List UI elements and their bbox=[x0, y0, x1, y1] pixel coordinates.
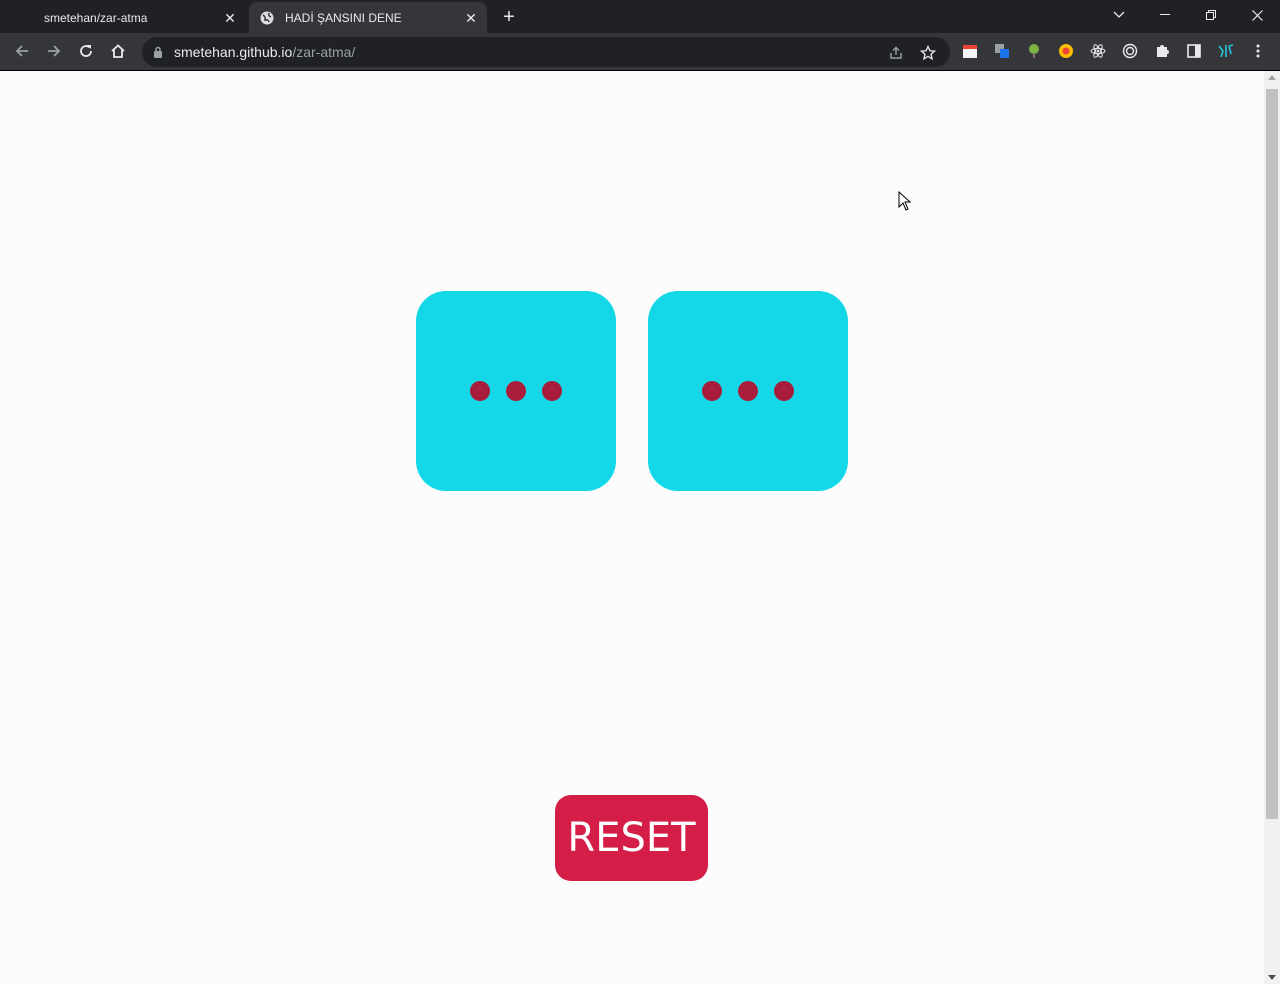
scroll-up-arrow-icon[interactable] bbox=[1268, 75, 1276, 80]
home-icon[interactable] bbox=[103, 36, 133, 66]
close-tab-icon[interactable]: ✕ bbox=[222, 10, 238, 26]
pip bbox=[738, 381, 758, 401]
close-tab-icon[interactable]: ✕ bbox=[463, 10, 479, 26]
page-viewport: RESET bbox=[0, 71, 1264, 984]
pip bbox=[470, 381, 490, 401]
tab-title: HADİ ŞANSINI DENE bbox=[285, 10, 402, 25]
tree-extension-icon[interactable] bbox=[1025, 42, 1043, 60]
side-panel-icon[interactable] bbox=[1185, 42, 1203, 60]
extensions-puzzle-icon[interactable] bbox=[1153, 42, 1171, 60]
bookmark-star-icon[interactable] bbox=[918, 43, 938, 63]
restore-icon[interactable] bbox=[1188, 0, 1234, 30]
url-host: smetehan.github.io bbox=[174, 44, 293, 60]
github-icon bbox=[18, 10, 34, 26]
die-1[interactable] bbox=[416, 291, 616, 491]
colorful-extension-icon[interactable] bbox=[1057, 42, 1075, 60]
profile-avatar-icon[interactable] bbox=[1217, 42, 1235, 60]
reset-button[interactable]: RESET bbox=[555, 795, 708, 881]
pip bbox=[702, 381, 722, 401]
die-2[interactable] bbox=[648, 291, 848, 491]
menu-kebab-icon[interactable] bbox=[1249, 42, 1267, 60]
url-path: /zar-atma/ bbox=[292, 44, 356, 60]
pip bbox=[542, 381, 562, 401]
address-bar[interactable]: smetehan.github.io/zar-atma/ bbox=[142, 37, 950, 67]
share-icon[interactable] bbox=[886, 43, 906, 63]
url-text: smetehan.github.io/zar-atma/ bbox=[174, 44, 355, 60]
lock-icon[interactable] bbox=[153, 45, 165, 59]
target-extension-icon[interactable] bbox=[1121, 42, 1139, 60]
browser-toolbar: smetehan.github.io/zar-atma/ bbox=[0, 33, 1280, 71]
tab-strip: smetehan/zar-atma ✕ HADİ ŞANSINI DENE ✕ … bbox=[0, 0, 1280, 33]
mouse-cursor-icon bbox=[898, 191, 912, 211]
back-icon[interactable] bbox=[7, 36, 37, 66]
tab-search-icon[interactable] bbox=[1096, 0, 1142, 30]
globe-icon bbox=[259, 10, 275, 26]
vertical-scrollbar[interactable] bbox=[1264, 71, 1280, 984]
reload-icon[interactable] bbox=[71, 36, 101, 66]
translate-extension-icon[interactable] bbox=[993, 42, 1011, 60]
pip bbox=[506, 381, 526, 401]
calendar-extension-icon[interactable] bbox=[961, 42, 979, 60]
pip bbox=[774, 381, 794, 401]
minimize-icon[interactable] bbox=[1142, 0, 1188, 30]
close-window-icon[interactable] bbox=[1234, 0, 1280, 30]
scrollbar-thumb[interactable] bbox=[1266, 89, 1278, 819]
tab-active[interactable]: HADİ ŞANSINI DENE ✕ bbox=[249, 2, 487, 33]
tab-github[interactable]: smetehan/zar-atma ✕ bbox=[8, 2, 246, 33]
tab-title: smetehan/zar-atma bbox=[44, 10, 148, 25]
new-tab-button[interactable]: + bbox=[496, 6, 522, 28]
forward-icon[interactable] bbox=[39, 36, 69, 66]
scroll-down-arrow-icon[interactable] bbox=[1268, 975, 1276, 980]
react-devtools-icon[interactable] bbox=[1089, 42, 1107, 60]
